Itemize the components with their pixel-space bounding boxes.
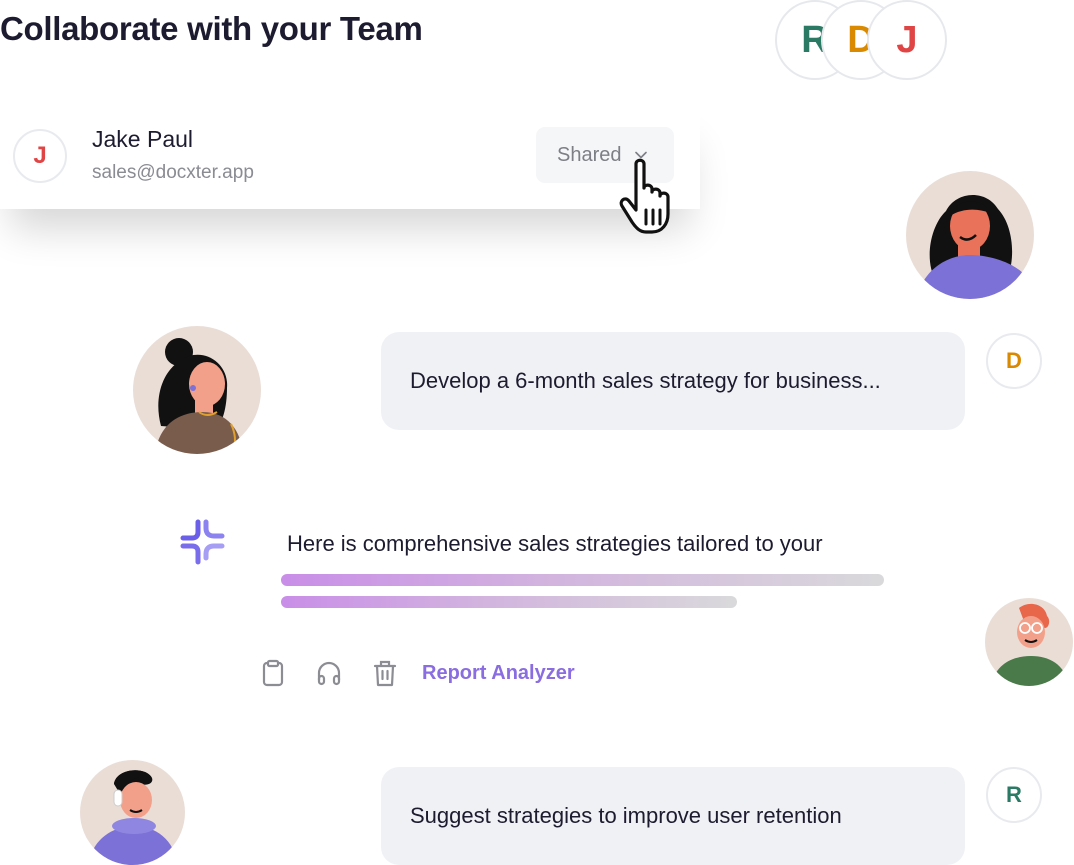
user-message-bubble: Suggest strategies to improve user reten… (381, 767, 965, 865)
access-dropdown-value: Shared (557, 143, 622, 166)
team-member-illustration-1 (906, 171, 1034, 299)
pointer-hand-cursor-icon (619, 158, 670, 234)
user-share-card: J Jake Paul sales@docxter.app Shared (0, 105, 700, 209)
response-action-row: Report Analyzer (258, 656, 575, 690)
headphones-icon[interactable] (314, 658, 344, 688)
avatar-illustration-icon (991, 603, 1069, 686)
clipboard-icon[interactable] (258, 658, 288, 688)
avatar-illustration-icon (155, 338, 243, 454)
collaborator-avatar-stack: R D J (775, 0, 950, 82)
report-analyzer-link[interactable]: Report Analyzer (422, 662, 575, 685)
response-loading-bar (281, 574, 884, 586)
message-sender-avatar: D (986, 333, 1042, 389)
user-message-bubble: Develop a 6-month sales strategy for bus… (381, 332, 965, 430)
ai-sparkle-icon (180, 519, 225, 565)
user-avatar: J (13, 129, 67, 183)
collaborator-avatar-j[interactable]: J (867, 0, 947, 80)
trash-icon[interactable] (370, 658, 400, 688)
avatar-illustration-icon (88, 770, 178, 865)
team-member-illustration-2 (133, 326, 261, 454)
avatar-illustration-icon (916, 194, 1030, 299)
ai-response-text: Here is comprehensive sales strategies t… (287, 531, 823, 556)
team-member-illustration-4 (80, 760, 185, 865)
message-sender-avatar: R (986, 767, 1042, 823)
user-email: sales@docxter.app (92, 162, 254, 183)
user-name: Jake Paul (92, 126, 194, 152)
page-title: Collaborate with your Team (0, 10, 423, 47)
team-member-illustration-3 (985, 598, 1073, 686)
response-loading-bar (281, 596, 737, 608)
